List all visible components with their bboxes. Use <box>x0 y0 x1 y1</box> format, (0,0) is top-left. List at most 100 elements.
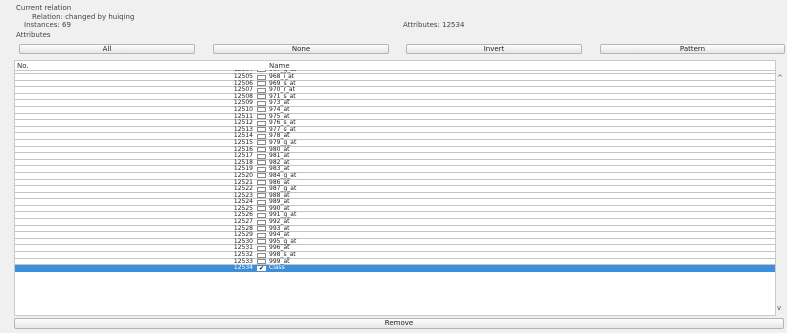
table-row[interactable]: 12509 973_at <box>15 99 775 107</box>
row-number: 12532 <box>233 251 253 259</box>
table-row[interactable]: 12515 979_g_at <box>15 138 775 147</box>
row-number: 12515 <box>233 138 253 146</box>
table-row[interactable]: 12511 975_at <box>15 112 775 121</box>
row-checkbox[interactable] <box>257 219 266 225</box>
table-row[interactable]: 12516 980_at <box>15 145 775 154</box>
table-row[interactable]: 12532 998_s_at <box>15 251 775 259</box>
table-row[interactable]: 12522 987_g_at <box>15 186 775 193</box>
row-checkbox[interactable] <box>257 87 266 93</box>
row-number: 12523 <box>233 191 253 199</box>
table-row[interactable]: 12510 974_at <box>15 105 775 114</box>
row-number: 12511 <box>233 112 253 120</box>
pattern-button[interactable]: Pattern <box>600 44 785 54</box>
relation-name: Relation: changed by huiqing <box>32 13 135 21</box>
table-row[interactable]: 12517 981_at <box>15 152 775 160</box>
row-number: 12530 <box>233 237 253 245</box>
all-button[interactable]: All <box>19 44 195 54</box>
attributes-table[interactable]: No. Name 12504967_g_at12505968_i_at12506… <box>14 60 776 316</box>
row-checkbox[interactable] <box>257 199 266 205</box>
row-checkbox[interactable] <box>257 70 266 72</box>
table-row[interactable]: 12521 986_at <box>15 179 775 187</box>
row-number: 12517 <box>233 152 253 160</box>
row-number: 12534 <box>233 264 253 272</box>
row-number: 12531 <box>233 244 253 252</box>
row-name: Class <box>269 264 285 272</box>
row-number: 12528 <box>233 224 253 232</box>
table-row[interactable]: 12529 994_at <box>15 232 775 239</box>
table-row[interactable]: 12533 999_at <box>15 257 775 266</box>
row-checkbox[interactable] <box>257 140 266 146</box>
row-number: 12518 <box>233 158 253 166</box>
row-checkbox[interactable] <box>257 160 266 166</box>
row-number: 12525 <box>233 204 253 212</box>
table-body: 12504967_g_at12505968_i_at12506969_s_at1… <box>15 70 775 272</box>
invert-button[interactable]: Invert <box>406 44 582 54</box>
table-row[interactable]: 12530 995_g_at <box>15 237 775 246</box>
row-checkbox[interactable] <box>257 206 266 212</box>
table-row[interactable]: 12520 984_g_at <box>15 171 775 180</box>
current-relation-heading: Current relation <box>16 4 72 12</box>
row-checkbox[interactable] <box>257 193 266 199</box>
row-checkbox[interactable] <box>257 94 266 100</box>
row-checkbox[interactable] <box>257 153 266 159</box>
table-row[interactable]: 12513 977_s_at <box>15 125 775 134</box>
row-checkbox[interactable] <box>257 186 266 192</box>
table-row[interactable]: 12531 996_at <box>15 244 775 253</box>
table-row[interactable]: 12518 982_at <box>15 158 775 167</box>
table-row[interactable]: 12524 989_at <box>15 199 775 206</box>
row-checkbox[interactable] <box>257 74 266 80</box>
row-number: 12506 <box>233 79 253 87</box>
attributes-heading: Attributes <box>16 31 51 39</box>
scroll-down-icon[interactable]: v <box>777 304 781 312</box>
row-checkbox[interactable] <box>257 252 266 258</box>
table-row[interactable]: 12525 990_at <box>15 204 775 213</box>
row-checkbox[interactable] <box>257 100 266 106</box>
row-checkbox[interactable] <box>257 127 266 133</box>
row-checkbox[interactable]: ✔ <box>257 265 266 271</box>
column-header-name: Name <box>269 62 290 70</box>
row-number: 12512 <box>233 119 253 127</box>
table-row[interactable]: 12519 983_at <box>15 165 775 173</box>
row-checkbox[interactable] <box>257 107 266 113</box>
row-checkbox[interactable] <box>257 166 266 172</box>
table-row[interactable]: 12512 976_s_at <box>15 119 775 127</box>
table-row[interactable]: 12523 988_at <box>15 191 775 200</box>
row-checkbox[interactable] <box>257 212 266 218</box>
vertical-scrollbar[interactable]: ^ v <box>776 60 786 316</box>
scroll-up-icon[interactable]: ^ <box>777 74 783 82</box>
none-button[interactable]: None <box>213 44 389 54</box>
table-row[interactable]: 12526 991_g_at <box>15 212 775 220</box>
table-row[interactable]: 12508 971_s_at <box>15 93 775 101</box>
remove-button[interactable]: Remove <box>14 318 784 329</box>
row-checkbox[interactable] <box>257 226 266 232</box>
row-number: 12510 <box>233 105 253 113</box>
row-number: 12533 <box>233 257 253 265</box>
row-number: 12513 <box>233 125 253 133</box>
row-number: 12505 <box>233 73 253 80</box>
table-row[interactable]: 12506 969_s_at <box>15 79 775 88</box>
row-checkbox[interactable] <box>257 120 266 126</box>
row-number: 12520 <box>233 171 253 179</box>
table-row[interactable]: 12507 970_r_at <box>15 87 775 94</box>
row-number: 12514 <box>233 132 253 140</box>
row-checkbox[interactable] <box>257 259 266 265</box>
row-checkbox[interactable] <box>257 133 266 139</box>
row-checkbox[interactable] <box>257 232 266 238</box>
table-row[interactable]: 12514 978_at <box>15 132 775 140</box>
instances-count: Instances: 69 <box>24 21 71 29</box>
row-checkbox[interactable] <box>257 245 266 251</box>
table-row[interactable]: 12534 ✔ Class <box>15 264 775 272</box>
row-checkbox[interactable] <box>257 173 266 179</box>
table-row[interactable]: 12528 993_at <box>15 224 775 233</box>
row-number: 12509 <box>233 99 253 107</box>
row-number: 12519 <box>233 165 253 173</box>
row-number: 12527 <box>233 218 253 226</box>
row-checkbox[interactable] <box>257 147 266 153</box>
table-row[interactable]: 12505 968_i_at <box>15 73 775 81</box>
row-checkbox[interactable] <box>257 239 266 245</box>
table-row[interactable]: 12527 992_at <box>15 218 775 226</box>
row-checkbox[interactable] <box>257 114 266 120</box>
row-checkbox[interactable] <box>257 81 266 87</box>
row-number: 12516 <box>233 145 253 153</box>
row-checkbox[interactable] <box>257 180 266 185</box>
